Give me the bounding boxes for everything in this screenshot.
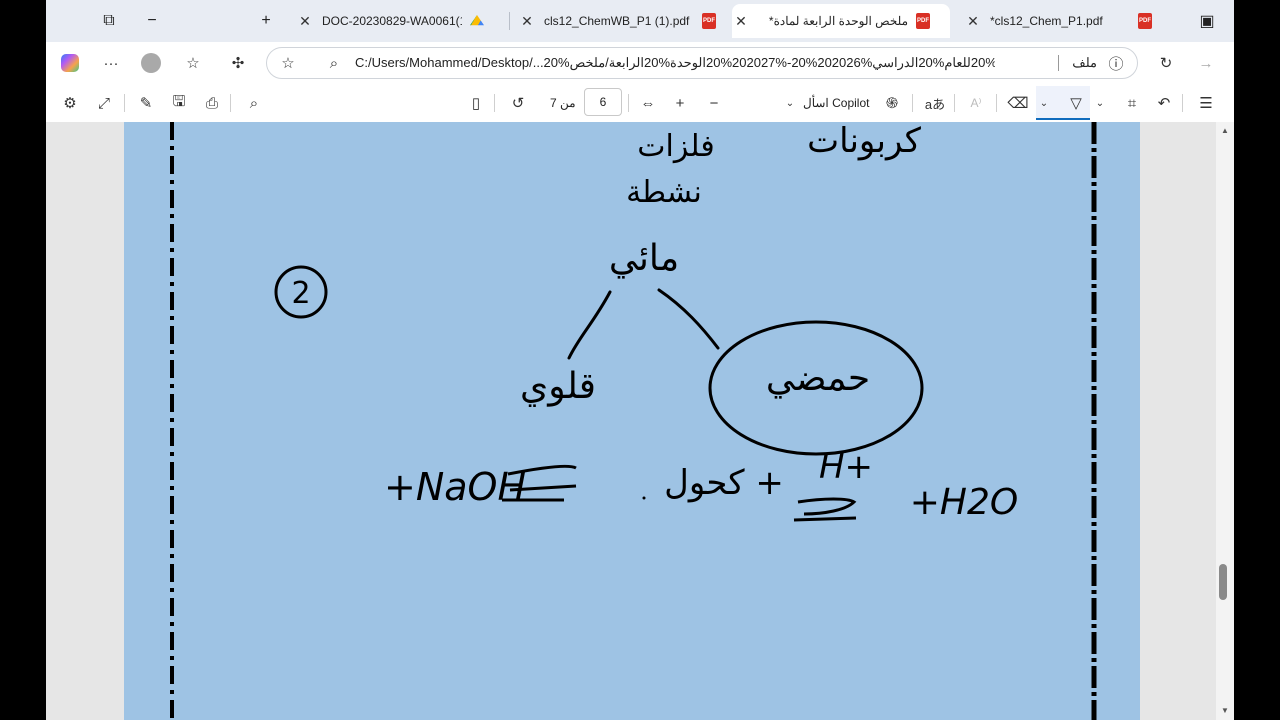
ask-copilot-button[interactable]: اسأل Copilot xyxy=(803,96,869,110)
favorites-icon[interactable]: ☆ xyxy=(181,51,205,75)
eq-water: +H2O xyxy=(910,482,1018,523)
minimize-icon[interactable]: − xyxy=(139,8,165,34)
word-carbonates: كربونات xyxy=(807,122,922,161)
scroll-down-icon[interactable]: ▼ xyxy=(1220,704,1230,716)
address-row: ··· ☆ ✣ ☆ ⌕ C:/Users/Mohammed/Desktop/..… xyxy=(46,42,1234,84)
zoom-out-icon[interactable]: − xyxy=(702,91,726,115)
rotate-icon[interactable]: ↺ xyxy=(506,91,530,115)
save-as-icon[interactable]: ✎ xyxy=(134,91,158,115)
close-icon[interactable]: ✕ xyxy=(732,13,750,30)
search-icon[interactable]: ⌕ xyxy=(242,91,266,115)
translate-icon[interactable]: aあ xyxy=(922,91,948,115)
highlight-icon[interactable]: ⌗ xyxy=(1120,91,1144,115)
window-icon[interactable]: ▣ xyxy=(1194,8,1220,34)
tab-label: DOC-20230829-WA0061(1) xyxy=(322,14,462,28)
scroll-up-icon[interactable]: ▲ xyxy=(1220,124,1230,136)
zoom-in-icon[interactable]: + xyxy=(668,91,692,115)
undo-icon[interactable]: ↶ xyxy=(1152,91,1176,115)
fit-width-icon[interactable]: ⇔ xyxy=(636,91,660,115)
page-view-icon[interactable]: ▯ xyxy=(464,91,488,115)
tab-strip: ⧉ − + ✕ DOC-20230829-WA0061(1) ✕ cls12_C… xyxy=(46,0,1234,42)
print-icon[interactable]: ⎙ xyxy=(200,91,224,115)
eraser-icon[interactable]: ⌫ xyxy=(1006,91,1030,115)
close-icon[interactable]: ✕ xyxy=(964,13,982,30)
handwriting-layer: كربونات فلزات نشطة 2 مائي قلوي حمضي +NaO… xyxy=(170,122,1097,720)
read-aloud-icon[interactable]: A⁾ xyxy=(964,91,988,115)
address-file-label: ملف xyxy=(1072,55,1097,70)
tab-actions-icon[interactable]: ⧉ xyxy=(96,8,122,34)
draw-icon[interactable]: ▽ xyxy=(1064,91,1088,115)
number-marker: 2 xyxy=(291,276,310,311)
more-icon[interactable]: ··· xyxy=(99,51,123,75)
branch-right xyxy=(657,288,720,350)
tab-label: *cls12_Chem_P1.pdf xyxy=(990,14,1103,28)
save-icon[interactable]: 🖫 xyxy=(167,91,191,115)
eq-alcohol: كحول + xyxy=(664,463,784,503)
chevron-down-icon[interactable]: ⌄ xyxy=(1092,91,1108,115)
address-url: C:/Users/Mohammed/Desktop/...20%الفصل%20… xyxy=(355,55,995,70)
scrollbar-thumb[interactable] xyxy=(1219,564,1227,600)
pdf-toolbar: ⚙ ⤢ ✎ 🖫 ⎙ ⌕ ▯ ↺ من 7 6 ⇔ + − ⌄ اسأل Copi… xyxy=(46,84,1234,123)
page-number-input[interactable]: 6 xyxy=(584,88,622,116)
pdf-page: كربونات فلزات نشطة 2 مائي قلوي حمضي +NaO… xyxy=(124,122,1140,720)
info-icon[interactable]: ⓘ xyxy=(1105,52,1127,74)
word-alkaline: قلوي xyxy=(520,366,596,407)
copilot-logo-icon[interactable] xyxy=(58,51,82,75)
tab-label: *ملخص الوحدة الرابعة لمادة xyxy=(768,14,908,28)
chevron-down-icon[interactable]: ⌄ xyxy=(782,91,798,115)
branch-left xyxy=(567,290,612,360)
find-icon[interactable]: ⌕ xyxy=(323,52,345,74)
extensions-icon[interactable]: ✣ xyxy=(226,51,250,75)
copilot-icon[interactable]: ֍ xyxy=(880,91,904,115)
close-icon[interactable]: ✕ xyxy=(518,13,536,30)
page-total: من 7 xyxy=(550,96,576,110)
close-icon[interactable]: ✕ xyxy=(296,13,314,30)
contents-icon[interactable]: ☰ xyxy=(1194,91,1218,115)
tab-chemwb[interactable]: ✕ cls12_ChemWB_P1 (1).pdf PDF xyxy=(518,4,728,38)
eq-catalyst: H+ xyxy=(819,447,873,487)
word-active: نشطة xyxy=(626,175,702,210)
add-favorite-icon[interactable]: ☆ xyxy=(277,52,299,74)
eq-equilibrium-bottom xyxy=(793,516,857,522)
browser-window: ⧉ − + ✕ DOC-20230829-WA0061(1) ✕ cls12_C… xyxy=(46,0,1234,720)
tab-doc[interactable]: ✕ DOC-20230829-WA0061(1) xyxy=(296,4,501,38)
word-aqueous: مائي xyxy=(609,238,679,279)
eq-naoh: +NaOH xyxy=(384,465,526,509)
drive-icon xyxy=(470,15,484,26)
tab-label: cls12_ChemWB_P1 (1).pdf xyxy=(544,14,690,28)
new-tab-icon[interactable]: + xyxy=(253,8,279,34)
expand-icon[interactable]: ⤢ xyxy=(92,91,116,115)
refresh-icon[interactable]: ↻ xyxy=(1154,51,1178,75)
pdf-icon: PDF xyxy=(1138,13,1152,29)
word-acidic: حمضي xyxy=(766,358,870,399)
word-metals: فلزات xyxy=(637,129,714,164)
tab-summary[interactable]: ✕ *ملخص الوحدة الرابعة لمادة PDF xyxy=(732,4,950,38)
settings-icon[interactable]: ⚙ xyxy=(58,91,82,115)
pdf-icon: PDF xyxy=(916,13,930,29)
profile-avatar-icon[interactable] xyxy=(139,51,163,75)
pdf-icon: PDF xyxy=(702,13,716,29)
address-bar[interactable]: ☆ ⌕ C:/Users/Mohammed/Desktop/...20%الفص… xyxy=(266,47,1138,79)
dot xyxy=(642,496,646,500)
address-divider xyxy=(1058,55,1059,71)
vertical-scrollbar[interactable]: ▲ ▼ xyxy=(1216,122,1234,720)
eq-equilibrium-top xyxy=(797,497,857,516)
pdf-viewer: كربونات فلزات نشطة 2 مائي قلوي حمضي +NaO… xyxy=(46,122,1234,720)
tab-chem-p1[interactable]: ✕ *cls12_Chem_P1.pdf PDF xyxy=(964,4,1169,38)
forward-icon[interactable]: → xyxy=(1194,51,1218,75)
chevron-down-icon[interactable]: ⌄ xyxy=(1036,91,1052,115)
